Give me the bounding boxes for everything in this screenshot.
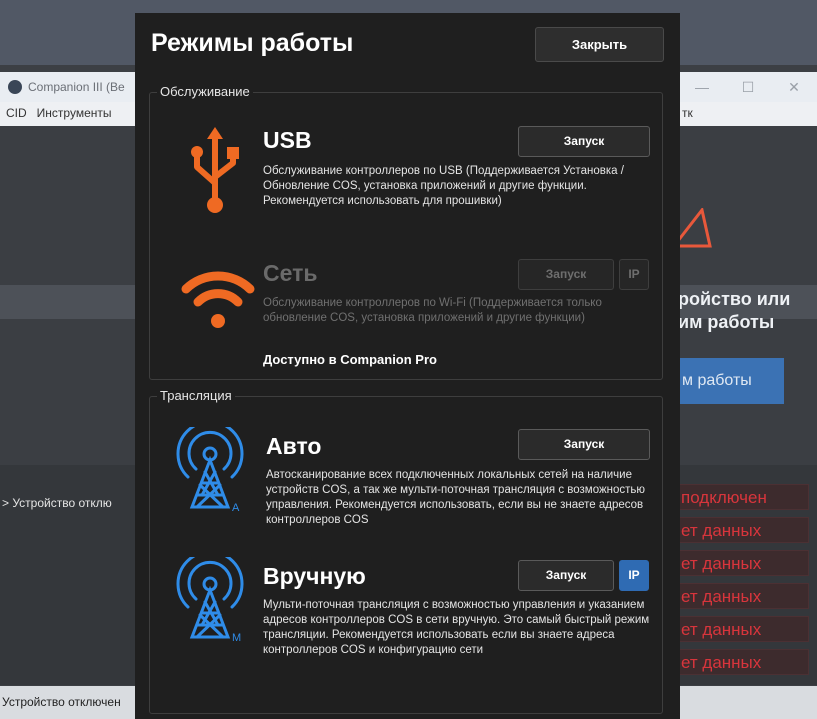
- wifi-icon: [180, 263, 256, 334]
- group-legend: Трансляция: [157, 388, 235, 403]
- auto-description: Автосканирование всех подключенных локал…: [266, 469, 646, 526]
- manual-launch-button[interactable]: Запуск: [518, 560, 614, 591]
- auto-title: Авто: [266, 433, 322, 459]
- maximize-button[interactable]: ☐: [725, 72, 771, 102]
- window-controls: — ☐ ✕: [679, 72, 817, 102]
- manual-description: Мульти-поточная трансляция с возможность…: [263, 599, 650, 656]
- network-description: Обслуживание контроллеров по Wi-Fi (Подд…: [263, 297, 602, 324]
- no-device-message: ройство или им работы: [678, 288, 790, 334]
- group-legend: Обслуживание: [157, 84, 253, 99]
- log-line: > Устройство отклю: [2, 496, 112, 510]
- maintenance-group: Обслуживание USB Запуск Обслуживание кон…: [149, 84, 663, 380]
- minimize-button[interactable]: —: [679, 72, 725, 102]
- menu-item-cid[interactable]: CID: [6, 106, 27, 120]
- modes-dialog: Режимы работы Закрыть Обслуживание USB З…: [135, 13, 680, 719]
- antenna-auto-icon: A: [174, 420, 248, 518]
- usb-icon: [187, 125, 243, 222]
- pro-availability-note: Доступно в Companion Pro: [263, 352, 437, 367]
- antenna-auto-letter: A: [232, 502, 240, 513]
- manual-ip-button[interactable]: IP: [619, 560, 649, 591]
- broadcast-group: Трансляция A Авто Запуск Автосканировани…: [149, 388, 663, 714]
- network-launch-button: Запуск: [518, 259, 614, 290]
- menu-item-tools[interactable]: Инструменты: [37, 106, 112, 120]
- status-bar-text: Устройство отключен: [2, 695, 121, 709]
- menu-item-right[interactable]: тк: [682, 106, 693, 120]
- dialog-title: Режимы работы: [151, 29, 354, 57]
- status-list: подключен ет данных ет данных ет данных …: [678, 484, 809, 682]
- status-row: ет данных: [678, 517, 809, 543]
- close-window-button[interactable]: ✕: [771, 72, 817, 102]
- usb-description: Обслуживание контроллеров по USB (Поддер…: [263, 165, 624, 207]
- status-row: подключен: [678, 484, 809, 510]
- antenna-manual-icon: M: [174, 550, 248, 648]
- menu-items: CID Инструменты: [6, 106, 112, 120]
- app-title: Companion III (Be: [28, 80, 125, 94]
- status-row: ет данных: [678, 649, 809, 675]
- usb-launch-button[interactable]: Запуск: [518, 126, 650, 157]
- network-ip-button: IP: [619, 259, 649, 290]
- modes-button[interactable]: м работы: [678, 358, 784, 404]
- status-row: ет данных: [678, 583, 809, 609]
- app-logo-icon: [8, 80, 22, 94]
- no-device-message-line: ройство или: [678, 289, 791, 309]
- status-row: ет данных: [678, 616, 809, 642]
- usb-title: USB: [263, 127, 312, 153]
- no-device-message-line: им работы: [678, 312, 775, 332]
- antenna-manual-letter: M: [232, 632, 241, 643]
- auto-launch-button[interactable]: Запуск: [518, 429, 650, 460]
- network-title: Сеть: [263, 260, 318, 286]
- status-row: ет данных: [678, 550, 809, 576]
- manual-title: Вручную: [263, 563, 366, 589]
- close-button[interactable]: Закрыть: [535, 27, 664, 62]
